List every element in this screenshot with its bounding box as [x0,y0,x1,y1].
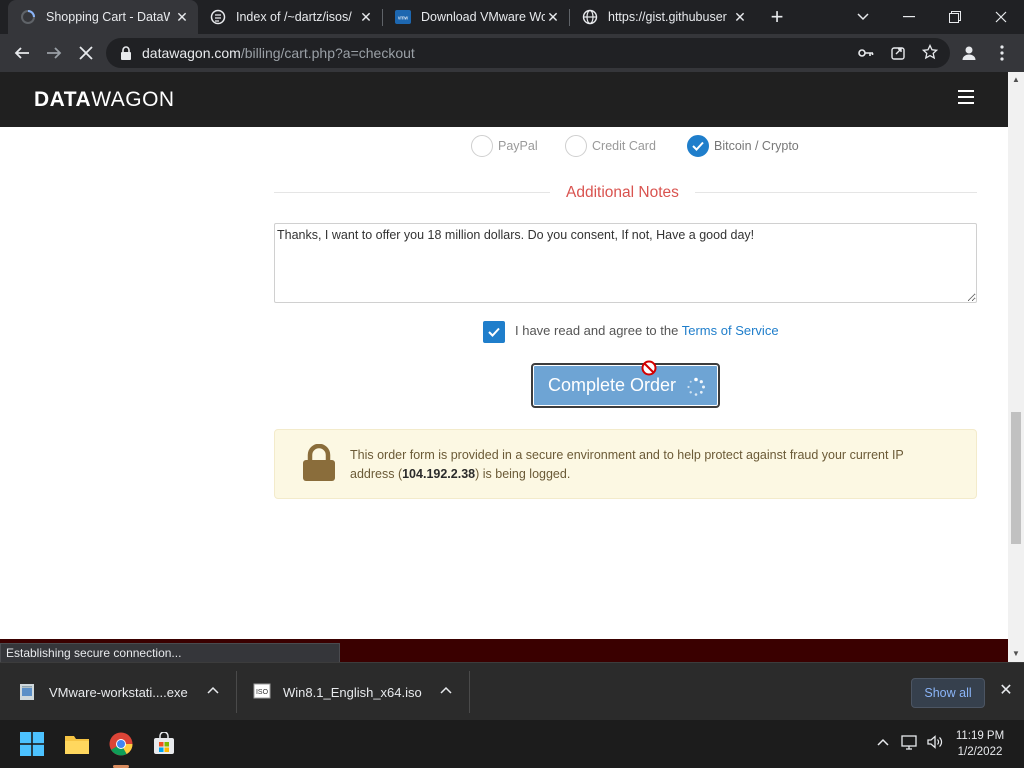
payment-option-label: PayPal [498,139,538,153]
key-icon[interactable] [858,47,874,59]
address-bar[interactable]: datawagon.com/billing/cart.php?a=checkou… [106,38,950,68]
tab-gist[interactable]: https://gist.githubuser ✕ [570,0,756,34]
show-hidden-icons-chevron-icon[interactable] [873,734,893,754]
logo-bold-text: DATA [34,88,92,111]
svg-text:vmw: vmw [398,16,409,22]
loading-spinner-icon [21,10,35,24]
download-filename: VMware-workstati....exe [49,684,188,700]
download-options-chevron-icon[interactable] [206,685,220,699]
secure-notice: This order form is provided in a secure … [274,429,977,499]
show-all-downloads-button[interactable]: Show all [911,678,985,708]
volume-icon[interactable] [925,734,945,754]
url-host: datawagon.com [142,45,241,61]
notes-heading: Additional Notes [550,184,695,202]
payment-option-paypal[interactable]: PayPal [471,134,538,158]
terms-of-service-link[interactable]: Terms of Service [682,323,779,338]
page-scrollbar[interactable]: ▲ ▼ [1008,72,1024,662]
tab-vmware[interactable]: vmw Download VMware Wo ✕ [383,0,569,34]
vmware-icon: vmw [395,10,411,24]
file-explorer-icon[interactable] [61,728,93,760]
tab-index-isos[interactable]: Index of /~dartz/isos/ ✕ [198,0,382,34]
tab-title: Index of /~dartz/isos/ [236,10,352,24]
site-header: DATAWAGON [0,72,1008,127]
scroll-up-arrow-icon[interactable]: ▲ [1012,76,1020,84]
windows-taskbar: 11:19 PM 1/2/2022 [0,720,1024,768]
tab-strip: Shopping Cart - DataW ✕ Index of /~dartz… [0,0,1024,34]
lock-icon [121,46,131,60]
globe-icon [582,9,598,25]
close-tab-icon[interactable]: ✕ [732,9,748,25]
restore-button[interactable] [932,0,978,34]
payment-option-label: Credit Card [592,139,656,153]
download-separator [236,671,237,713]
page-viewport: DATAWAGON PayPal Credit Card Bitcoin / C… [0,72,1008,662]
padlock-icon [303,444,335,481]
tab-title: Shopping Cart - DataW [46,10,170,24]
scroll-thumb[interactable] [1011,412,1021,544]
share-icon[interactable] [890,45,906,61]
checkmark-icon [488,327,500,337]
radio-button-checked[interactable] [687,135,709,157]
close-tab-icon[interactable]: ✕ [358,9,374,25]
stop-loading-button[interactable] [72,39,100,67]
notice-text-after: ) is being logged. [475,467,571,481]
url-path: /billing/cart.php?a=checkout [240,45,415,61]
close-downloads-bar-icon[interactable]: ✕ [998,683,1014,699]
loading-spinner-icon [687,377,705,396]
forward-button[interactable] [40,39,68,67]
payment-option-crypto[interactable]: Bitcoin / Crypto [687,134,799,158]
page-icon [210,9,226,25]
browser-toolbar: datawagon.com/billing/cart.php?a=checkou… [0,34,1024,72]
browser-menu-icon[interactable] [988,39,1016,67]
download-filename: Win8.1_English_x64.iso [283,684,422,700]
notes-textarea[interactable]: Thanks, I want to offer you 18 million d… [274,223,977,303]
complete-order-button[interactable]: Complete Order [531,363,720,408]
status-bubble: Establishing secure connection... [0,643,340,663]
payment-option-label: Bitcoin / Crypto [714,139,799,153]
tab-title: https://gist.githubuser [608,10,727,24]
ip-address: 104.192.2.38 [402,467,476,481]
download-options-chevron-icon[interactable] [439,685,453,699]
complete-order-label: Complete Order [548,375,677,395]
url-text: datawagon.com/billing/cart.php?a=checkou… [142,45,415,61]
downloads-bar: VMware-workstati....exe ISO Win8.1_Engli… [0,662,1024,720]
tos-label: I have read and agree to the Terms of Se… [515,323,779,338]
svg-text:ISO: ISO [256,689,269,696]
hamburger-menu-icon[interactable] [958,90,974,104]
profile-icon[interactable] [955,39,983,67]
iso-file-icon: ISO [253,683,271,699]
exe-file-icon [20,684,34,700]
secure-notice-text: This order form is provided in a secure … [350,446,940,484]
clock-date: 1/2/2022 [957,746,1003,758]
logo-light-text: WAGON [91,88,175,111]
payment-option-credit-card[interactable]: Credit Card [565,134,656,158]
minimize-button[interactable] [886,0,932,34]
clock-time: 11:19 PM [955,730,1005,742]
close-window-button[interactable] [978,0,1024,34]
new-tab-button[interactable]: + [763,3,791,31]
microsoft-store-icon[interactable] [148,728,180,760]
tos-text: I have read and agree to the [515,323,679,338]
checkmark-icon [692,141,704,151]
close-tab-icon[interactable]: ✕ [174,9,190,25]
windows-start-icon[interactable] [16,728,48,760]
radio-button[interactable] [471,135,493,157]
radio-button[interactable] [565,135,587,157]
scroll-down-arrow-icon[interactable]: ▼ [1012,650,1020,658]
tos-checkbox[interactable] [483,321,505,343]
site-logo[interactable]: DATAWAGON [34,88,175,112]
not-allowed-cursor-icon [641,360,657,376]
tab-shopping-cart[interactable]: Shopping Cart - DataW ✕ [8,0,198,34]
network-icon[interactable] [900,734,920,754]
system-clock[interactable]: 11:19 PM 1/2/2022 [950,728,1010,760]
back-button[interactable] [8,39,36,67]
download-item-win81[interactable]: ISO Win8.1_English_x64.iso [253,663,422,721]
tab-title: Download VMware Wo [421,10,545,24]
download-item-vmware[interactable]: VMware-workstati....exe [18,663,188,721]
bookmark-star-icon[interactable] [922,44,938,60]
tab-search-icon[interactable] [840,0,886,34]
close-tab-icon[interactable]: ✕ [545,9,561,25]
chrome-icon[interactable] [105,728,137,760]
download-separator [469,671,470,713]
